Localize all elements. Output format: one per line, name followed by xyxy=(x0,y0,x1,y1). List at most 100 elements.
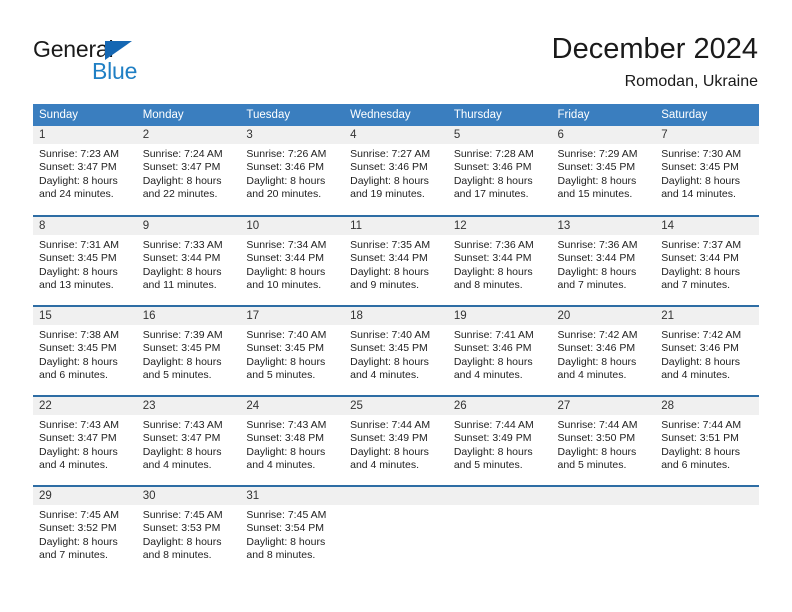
calendar-day-cell[interactable]: 3 Sunrise: 7:26 AM Sunset: 3:46 PM Daylight… xyxy=(240,126,345,216)
sunset-text: Sunset: 3:52 PM xyxy=(39,522,117,535)
calendar-day-cell-empty xyxy=(655,485,759,576)
calendar-header-row: Sunday Monday Tuesday Wednesday Thursday… xyxy=(33,104,759,126)
daylight-text-line1: Daylight: 8 hours xyxy=(350,355,429,368)
sunset-text: Sunset: 3:44 PM xyxy=(246,252,325,265)
daylight-text-line1: Daylight: 8 hours xyxy=(142,265,222,278)
daylight-text-line1: Daylight: 8 hours xyxy=(557,265,637,278)
calendar-week-row: 8 Sunrise: 7:31 AM Sunset: 3:45 PM Daylight… xyxy=(33,215,759,306)
sunrise-text: Sunrise: 7:37 AM xyxy=(661,239,742,251)
sunset-text: Sunset: 3:49 PM xyxy=(453,432,532,445)
daylight-text-line2: and 5 minutes. xyxy=(453,459,523,472)
sunrise-text: Sunrise: 7:34 AM xyxy=(246,239,327,251)
day-number: 27 xyxy=(551,397,656,415)
sunrise-text: Sunrise: 7:26 AM xyxy=(246,148,327,160)
calendar-day-cell[interactable]: 6 Sunrise: 7:29 AM Sunset: 3:45 PM Daylight… xyxy=(551,126,656,216)
calendar-day-cell[interactable]: 25 Sunrise: 7:44 AM Sunset: 3:49 PM Dayligh… xyxy=(344,395,448,486)
calendar-day-cell[interactable]: 13 Sunrise: 7:36 AM Sunset: 3:44 PM Dayligh… xyxy=(551,215,656,306)
calendar-day-cell[interactable]: 12 Sunrise: 7:36 AM Sunset: 3:44 PM Dayligh… xyxy=(447,215,552,306)
sunrise-text: Sunrise: 7:44 AM xyxy=(350,419,431,431)
day-number: 10 xyxy=(240,217,345,235)
calendar-day-cell[interactable]: 23 Sunrise: 7:43 AM Sunset: 3:47 PM Dayligh… xyxy=(136,395,241,486)
daylight-text-line2: and 6 minutes. xyxy=(39,369,108,382)
calendar-day-cell[interactable]: 15 Sunrise: 7:38 AM Sunset: 3:45 PM Dayligh… xyxy=(33,305,137,396)
sunrise-text: Sunrise: 7:43 AM xyxy=(39,419,119,431)
calendar-day-cell[interactable]: 5 Sunrise: 7:28 AM Sunset: 3:46 PM Daylight… xyxy=(447,126,552,216)
sunset-text: Sunset: 3:54 PM xyxy=(246,522,325,535)
calendar-day-cell[interactable]: 22 Sunrise: 7:43 AM Sunset: 3:47 PM Dayligh… xyxy=(33,395,137,486)
calendar-week-row: 15 Sunrise: 7:38 AM Sunset: 3:45 PM Dayligh… xyxy=(33,305,759,396)
daylight-text-line2: and 15 minutes. xyxy=(557,188,633,201)
day-number: 17 xyxy=(240,307,345,325)
daylight-text-line1: Daylight: 8 hours xyxy=(453,265,533,278)
daylight-text-line1: Daylight: 8 hours xyxy=(142,174,222,187)
calendar-day-cell[interactable]: 11 Sunrise: 7:35 AM Sunset: 3:44 PM Dayligh… xyxy=(344,215,448,306)
sunset-text: Sunset: 3:46 PM xyxy=(661,342,739,355)
sunrise-text: Sunrise: 7:41 AM xyxy=(453,329,534,341)
sunrise-text: Sunrise: 7:28 AM xyxy=(453,148,534,160)
calendar-day-cell[interactable]: 17 Sunrise: 7:40 AM Sunset: 3:45 PM Dayligh… xyxy=(240,305,345,396)
calendar-day-cell[interactable]: 29 Sunrise: 7:45 AM Sunset: 3:52 PM Dayligh… xyxy=(33,485,137,576)
sunset-text: Sunset: 3:47 PM xyxy=(142,161,221,174)
sunset-text: Sunset: 3:44 PM xyxy=(661,252,739,265)
sunset-text: Sunset: 3:44 PM xyxy=(557,252,636,265)
calendar-day-cell[interactable]: 10 Sunrise: 7:34 AM Sunset: 3:44 PM Dayligh… xyxy=(240,215,345,306)
calendar-day-cell[interactable]: 24 Sunrise: 7:43 AM Sunset: 3:48 PM Dayligh… xyxy=(240,395,345,486)
calendar-day-cell[interactable]: 7 Sunrise: 7:30 AM Sunset: 3:45 PM Daylight… xyxy=(655,126,759,216)
calendar-day-cell[interactable]: 8 Sunrise: 7:31 AM Sunset: 3:45 PM Daylight… xyxy=(33,215,137,306)
calendar-day-cell[interactable]: 4 Sunrise: 7:27 AM Sunset: 3:46 PM Daylight… xyxy=(344,126,448,216)
calendar-day-cell[interactable]: 21 Sunrise: 7:42 AM Sunset: 3:46 PM Dayligh… xyxy=(655,305,759,396)
sunrise-text: Sunrise: 7:44 AM xyxy=(453,419,534,431)
sunrise-text: Sunrise: 7:45 AM xyxy=(246,509,327,521)
sunrise-text: Sunrise: 7:43 AM xyxy=(142,419,223,431)
sunset-text: Sunset: 3:44 PM xyxy=(453,252,532,265)
daylight-text-line2: and 13 minutes. xyxy=(39,279,114,292)
sunrise-text: Sunrise: 7:45 AM xyxy=(39,509,119,521)
calendar-week-row: 1 Sunrise: 7:23 AM Sunset: 3:47 PM Daylight… xyxy=(33,126,759,216)
daylight-text-line2: and 20 minutes. xyxy=(246,188,322,201)
day-number: 29 xyxy=(33,487,137,505)
calendar-day-cell[interactable]: 31 Sunrise: 7:45 AM Sunset: 3:54 PM Dayligh… xyxy=(240,485,345,576)
daylight-text-line1: Daylight: 8 hours xyxy=(557,174,637,187)
calendar-day-cell[interactable]: 1 Sunrise: 7:23 AM Sunset: 3:47 PM Daylight… xyxy=(33,126,137,216)
day-number: 7 xyxy=(655,126,759,144)
sunrise-text: Sunrise: 7:45 AM xyxy=(142,509,223,521)
daylight-text-line2: and 4 minutes. xyxy=(453,369,523,382)
sunset-text: Sunset: 3:49 PM xyxy=(350,432,428,445)
day-number: 14 xyxy=(655,217,759,235)
day-number xyxy=(344,487,448,505)
daylight-text-line1: Daylight: 8 hours xyxy=(39,445,118,458)
day-number: 13 xyxy=(551,217,656,235)
weekday-header-saturday: Saturday xyxy=(655,104,759,126)
daylight-text-line1: Daylight: 8 hours xyxy=(557,445,637,458)
daylight-text-line2: and 4 minutes. xyxy=(142,459,212,472)
sunrise-text: Sunrise: 7:36 AM xyxy=(557,239,638,251)
sunset-text: Sunset: 3:47 PM xyxy=(39,161,117,174)
day-number: 24 xyxy=(240,397,345,415)
calendar-day-cell[interactable]: 30 Sunrise: 7:45 AM Sunset: 3:53 PM Dayligh… xyxy=(136,485,241,576)
sunset-text: Sunset: 3:46 PM xyxy=(557,342,636,355)
calendar-day-cell[interactable]: 26 Sunrise: 7:44 AM Sunset: 3:49 PM Dayligh… xyxy=(447,395,552,486)
daylight-text-line1: Daylight: 8 hours xyxy=(453,174,533,187)
day-number: 26 xyxy=(447,397,552,415)
calendar-day-cell[interactable]: 16 Sunrise: 7:39 AM Sunset: 3:45 PM Dayligh… xyxy=(136,305,241,396)
calendar-day-cell[interactable]: 28 Sunrise: 7:44 AM Sunset: 3:51 PM Dayligh… xyxy=(655,395,759,486)
calendar-day-cell[interactable]: 20 Sunrise: 7:42 AM Sunset: 3:46 PM Dayligh… xyxy=(551,305,656,396)
daylight-text-line1: Daylight: 8 hours xyxy=(39,355,118,368)
daylight-text-line2: and 8 minutes. xyxy=(246,549,316,562)
sunrise-text: Sunrise: 7:36 AM xyxy=(453,239,534,251)
calendar-day-cell[interactable]: 9 Sunrise: 7:33 AM Sunset: 3:44 PM Daylight… xyxy=(136,215,241,306)
daylight-text-line1: Daylight: 8 hours xyxy=(557,355,637,368)
day-number: 8 xyxy=(33,217,137,235)
calendar-day-cell[interactable]: 14 Sunrise: 7:37 AM Sunset: 3:44 PM Dayligh… xyxy=(655,215,759,306)
calendar-day-cell[interactable]: 27 Sunrise: 7:44 AM Sunset: 3:50 PM Dayligh… xyxy=(551,395,656,486)
calendar-day-cell[interactable]: 18 Sunrise: 7:40 AM Sunset: 3:45 PM Dayligh… xyxy=(344,305,448,396)
day-number: 2 xyxy=(136,126,241,144)
calendar-day-cell[interactable]: 2 Sunrise: 7:24 AM Sunset: 3:47 PM Daylight… xyxy=(136,126,241,216)
day-number: 25 xyxy=(344,397,448,415)
sunset-text: Sunset: 3:47 PM xyxy=(39,432,117,445)
calendar-day-cell[interactable]: 19 Sunrise: 7:41 AM Sunset: 3:46 PM Dayligh… xyxy=(447,305,552,396)
day-number: 11 xyxy=(344,217,448,235)
calendar-page: General Blue December 2024 Romodan, Ukra… xyxy=(0,0,792,612)
day-number: 3 xyxy=(240,126,345,144)
daylight-text-line2: and 4 minutes. xyxy=(39,459,108,472)
